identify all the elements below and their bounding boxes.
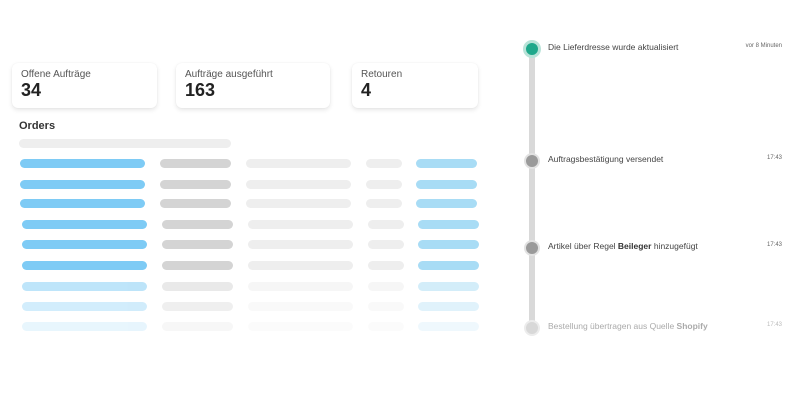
timeline-line bbox=[529, 46, 535, 336]
timeline-event-text: Artikel über Regel Beileger hinzugefügt bbox=[548, 241, 698, 251]
skeleton-cell-id bbox=[22, 240, 147, 249]
skeleton-cell-total bbox=[416, 199, 477, 208]
timeline-event-time: 17:43 bbox=[766, 242, 782, 248]
skeleton-cell-status bbox=[160, 199, 231, 208]
skeleton-cell-id bbox=[22, 322, 147, 331]
skeleton-cell-customer bbox=[248, 240, 353, 249]
skeleton-cell-id bbox=[20, 159, 145, 168]
skeleton-cell-id bbox=[20, 199, 145, 208]
skeleton-cell-status bbox=[160, 180, 231, 189]
skeleton-cell-date bbox=[366, 180, 402, 189]
skeleton-cell-total bbox=[418, 322, 479, 331]
skeleton-cell-id bbox=[20, 180, 145, 189]
skeleton-cell-id bbox=[22, 261, 147, 270]
skeleton-cell-date bbox=[368, 240, 404, 249]
skeleton-cell-customer bbox=[248, 282, 353, 291]
skeleton-cell-customer bbox=[248, 322, 353, 331]
skeleton-cell-id bbox=[22, 302, 147, 311]
skeleton-cell-status bbox=[162, 282, 233, 291]
skeleton-cell-status bbox=[162, 302, 233, 311]
skeleton-cell-status bbox=[162, 240, 233, 249]
skeleton-cell-customer bbox=[246, 199, 351, 208]
skeleton-cell-date bbox=[368, 282, 404, 291]
stat-card-orders-fulfilled[interactable]: Aufträge ausgeführt 163 bbox=[176, 63, 330, 108]
skeleton-cell-customer bbox=[248, 302, 353, 311]
skeleton-cell-customer bbox=[246, 159, 351, 168]
skeleton-cell-id bbox=[22, 282, 147, 291]
skeleton-cell-customer bbox=[246, 180, 351, 189]
skeleton-cell-status bbox=[160, 159, 231, 168]
timeline-event-time: 17:43 bbox=[766, 155, 782, 161]
orders-search-placeholder bbox=[19, 139, 231, 148]
skeleton-cell-total bbox=[416, 159, 477, 168]
skeleton-cell-customer bbox=[248, 220, 353, 229]
skeleton-cell-total bbox=[418, 302, 479, 311]
timeline-dot bbox=[524, 240, 540, 256]
skeleton-cell-date bbox=[366, 159, 402, 168]
timeline-event[interactable]: Die Lieferdresse wurde aktualisiert vor … bbox=[522, 39, 782, 59]
stat-value: 4 bbox=[361, 80, 372, 100]
skeleton-cell-total bbox=[418, 282, 479, 291]
skeleton-cell-date bbox=[366, 199, 402, 208]
skeleton-cell-total bbox=[418, 261, 479, 270]
timeline-event-text: Bestellung übertragen aus Quelle Shopify bbox=[548, 321, 708, 331]
skeleton-cell-total bbox=[418, 220, 479, 229]
skeleton-cell-date bbox=[368, 220, 404, 229]
skeleton-cell-date bbox=[368, 261, 404, 270]
timeline-dot-active bbox=[523, 40, 541, 58]
skeleton-cell-customer bbox=[248, 261, 353, 270]
timeline-event-time: 17:43 bbox=[766, 322, 782, 328]
stat-label: Offene Aufträge bbox=[21, 69, 91, 80]
skeleton-cell-id bbox=[22, 220, 147, 229]
skeleton-cell-status bbox=[162, 261, 233, 270]
skeleton-cell-date bbox=[368, 302, 404, 311]
skeleton-cell-status bbox=[162, 322, 233, 331]
skeleton-cell-total bbox=[418, 240, 479, 249]
skeleton-cell-total bbox=[416, 180, 477, 189]
timeline-event-text: Auftragsbestätigung versendet bbox=[548, 154, 664, 164]
skeleton-cell-date bbox=[368, 322, 404, 331]
timeline-event-text: Die Lieferdresse wurde aktualisiert bbox=[548, 42, 679, 52]
stat-value: 163 bbox=[185, 80, 216, 100]
timeline-event[interactable]: Auftragsbestätigung versendet 17:43 bbox=[522, 151, 782, 171]
stat-card-open-orders[interactable]: Offene Aufträge 34 bbox=[12, 63, 157, 108]
stat-card-returns[interactable]: Retouren 4 bbox=[352, 63, 478, 108]
stat-label: Aufträge ausgeführt bbox=[185, 69, 273, 80]
orders-title: Orders bbox=[19, 120, 56, 132]
skeleton-cell-status bbox=[162, 220, 233, 229]
timeline-event-time: vor 8 Minuten bbox=[745, 43, 782, 49]
timeline-event[interactable]: Bestellung übertragen aus Quelle Shopify… bbox=[522, 318, 782, 338]
stat-value: 34 bbox=[21, 80, 42, 100]
stat-label: Retouren bbox=[361, 69, 403, 80]
timeline-dot bbox=[524, 153, 540, 169]
timeline-event[interactable]: Artikel über Regel Beileger hinzugefügt … bbox=[522, 238, 782, 258]
timeline-dot-faded bbox=[524, 320, 540, 336]
